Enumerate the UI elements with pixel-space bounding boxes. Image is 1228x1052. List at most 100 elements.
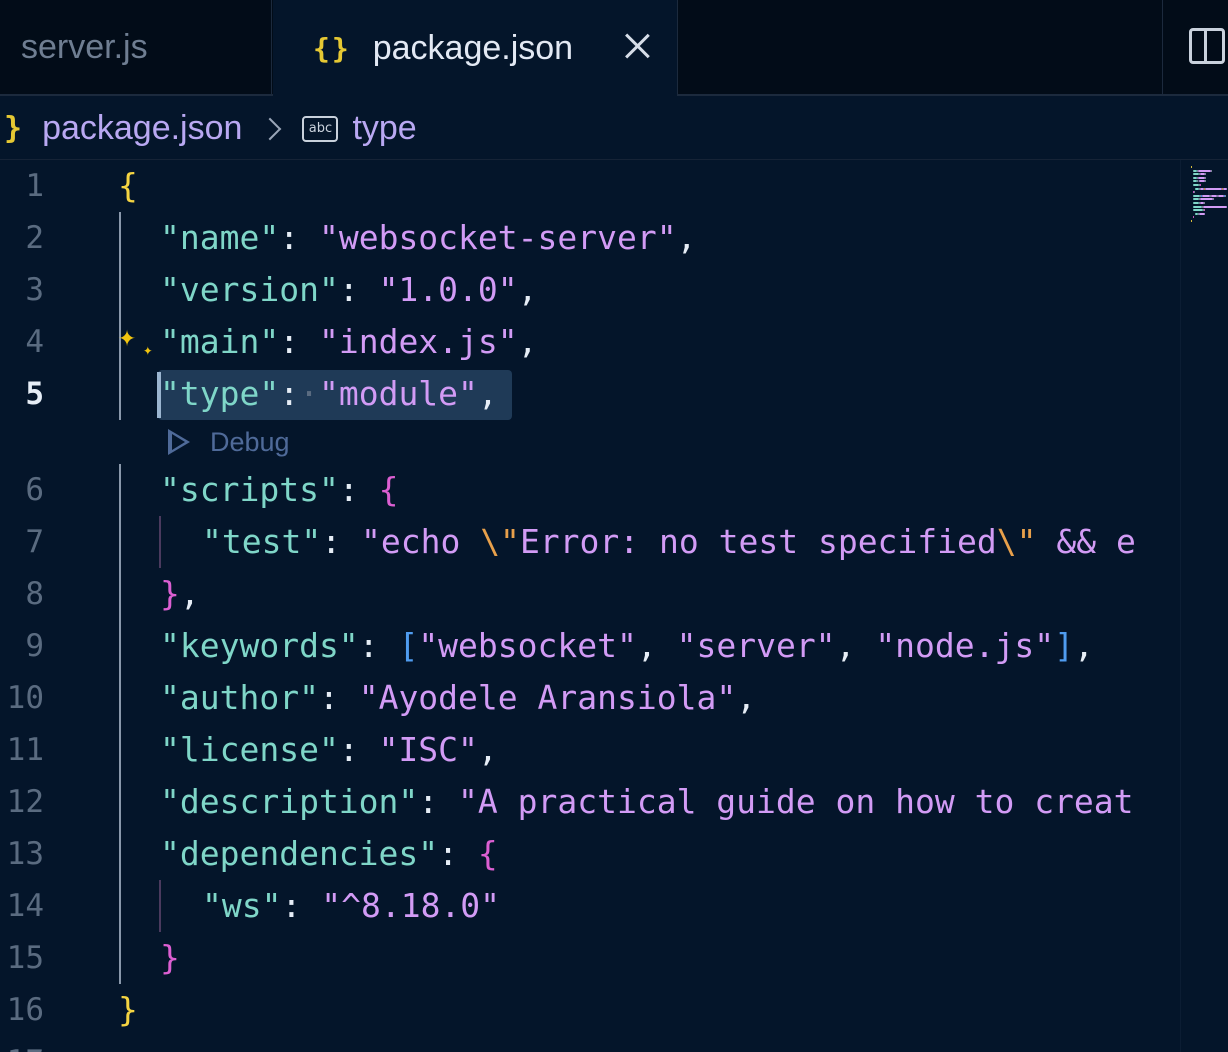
code-line[interactable]: 11 "license": "ISC", <box>0 724 1180 776</box>
code-token: "websocket" <box>418 626 637 665</box>
code-line[interactable]: 14 "ws": "^8.18.0" <box>0 880 1180 932</box>
code-line[interactable]: 4 "main": "index.js", <box>0 316 1180 368</box>
code-token: · <box>299 374 319 413</box>
code-line[interactable]: 8}, <box>0 568 1180 620</box>
editor-actions <box>1162 0 1228 94</box>
code-line[interactable]: 12 "description": "A practical guide on h… <box>0 776 1180 828</box>
line-number: 10 <box>6 680 44 716</box>
string-property-icon: abc <box>302 115 339 142</box>
code-text: "license": "ISC", <box>160 724 498 776</box>
breadcrumb-symbol[interactable]: type <box>352 109 416 148</box>
code-line[interactable]: 13 "dependencies": { <box>0 828 1180 880</box>
minimap-token <box>1199 212 1205 215</box>
code-text: "scripts": { <box>160 464 398 516</box>
minimap-token <box>1193 205 1202 208</box>
minimap-token <box>1193 209 1203 212</box>
code-token: , <box>517 270 538 309</box>
line-number: 9 <box>25 628 44 664</box>
minimap-token <box>1204 202 1205 204</box>
code-token: "1.0.0" <box>378 270 518 309</box>
minimap-token <box>1223 187 1227 190</box>
code-token: ] <box>1054 626 1074 665</box>
minimap[interactable] <box>1180 160 1228 1052</box>
code-line[interactable]: 2 "name": "websocket-server", <box>0 212 1180 264</box>
code-token: : <box>338 730 379 769</box>
minimap-token <box>1198 169 1211 172</box>
line-number: 2 <box>25 220 44 256</box>
minimap-token <box>1193 194 1200 197</box>
code-token: , <box>179 574 200 613</box>
code-token: "module" <box>318 374 478 413</box>
code-line[interactable]: 7 "test": "echo \"Error: no test specifie… <box>0 516 1180 568</box>
tab-label: server.js <box>21 27 148 66</box>
code-text: "dependencies": { <box>160 828 498 880</box>
code-line[interactable]: 1{ <box>0 160 1180 212</box>
code-token: "ISC" <box>378 730 478 769</box>
tab-package-json[interactable]: {} package.json <box>273 0 678 96</box>
code-token: : <box>281 886 322 925</box>
code-token: "keywords" <box>160 626 359 665</box>
code-token: , <box>477 374 498 413</box>
line-number: 12 <box>6 784 44 820</box>
code-line[interactable]: 16} <box>0 984 1180 1036</box>
code-token: { <box>378 470 399 509</box>
tab-server-js[interactable]: server.js <box>0 0 272 94</box>
code-token: "scripts" <box>160 470 339 509</box>
minimap-token <box>1213 198 1214 201</box>
line-number: 4 <box>25 324 44 360</box>
code-editor[interactable]: ✦ ✦ Debug 1{2 "name": "websocket-server",… <box>0 160 1180 1052</box>
code-token: : <box>358 626 399 665</box>
code-token: "main" <box>160 322 280 361</box>
line-number: 13 <box>6 836 44 872</box>
tab-label: package.json <box>372 28 574 67</box>
line-number: 5 <box>25 376 44 412</box>
line-number: 8 <box>25 576 44 612</box>
code-token: , <box>835 626 876 665</box>
line-number: 16 <box>6 992 44 1028</box>
code-text: }, <box>160 568 200 620</box>
minimap-token <box>1200 184 1201 186</box>
code-token: "websocket-server" <box>318 218 677 257</box>
line-number: 15 <box>6 940 44 976</box>
code-token: , <box>1074 626 1094 665</box>
code-token: "license" <box>160 730 339 769</box>
minimap-token <box>1205 187 1222 190</box>
code-token: "index.js" <box>318 322 518 361</box>
breadcrumb-file[interactable]: package.json <box>42 109 242 148</box>
split-editor-icon[interactable] <box>1189 28 1225 64</box>
close-icon[interactable] <box>619 28 655 64</box>
code-token: Error: no test specified <box>519 522 997 561</box>
minimap-token <box>1202 194 1210 197</box>
debug-codelens[interactable]: Debug <box>168 420 290 464</box>
minimap-token <box>1203 205 1227 208</box>
code-line[interactable]: 5 "type":·"module", <box>0 368 1180 420</box>
code-token: "name" <box>160 218 280 257</box>
code-token: , <box>477 730 498 769</box>
editor-tab-bar: server.js {} package.json <box>0 0 1228 96</box>
code-token: "ws" <box>202 886 282 925</box>
code-line[interactable]: 9 "keywords": ["websocket", "server", "no… <box>0 620 1180 672</box>
code-text: "test": "echo \"Error: no test specified… <box>202 516 1136 568</box>
minimap-token <box>1193 216 1194 219</box>
code-line[interactable]: 15} <box>0 932 1180 984</box>
minimap-token <box>1194 191 1195 194</box>
code-token: "Ayodele Aransiola" <box>358 678 737 717</box>
code-token: { <box>118 166 138 205</box>
line-number: 17 <box>0 1036 44 1052</box>
code-token: { <box>477 834 498 873</box>
code-token: , <box>736 678 757 717</box>
code-line[interactable]: 10 "author": "Ayodele Aransiola", <box>0 672 1180 724</box>
code-text: } <box>118 984 138 1036</box>
code-line[interactable]: 6 "scripts": { <box>0 464 1180 516</box>
code-line[interactable]: 17 <box>0 1036 1180 1052</box>
minimap-token <box>1211 169 1212 172</box>
chevron-right-icon <box>259 117 282 140</box>
code-token: "^8.18.0" <box>321 886 501 925</box>
minimap-token <box>1198 176 1205 179</box>
json-braces-icon: {} <box>313 31 351 65</box>
code-line[interactable]: 3 "version": "1.0.0", <box>0 264 1180 316</box>
code-token: : <box>279 322 319 361</box>
code-token: : <box>318 678 359 717</box>
code-text: "name": "websocket-server", <box>160 212 696 264</box>
code-token: : <box>438 834 478 873</box>
